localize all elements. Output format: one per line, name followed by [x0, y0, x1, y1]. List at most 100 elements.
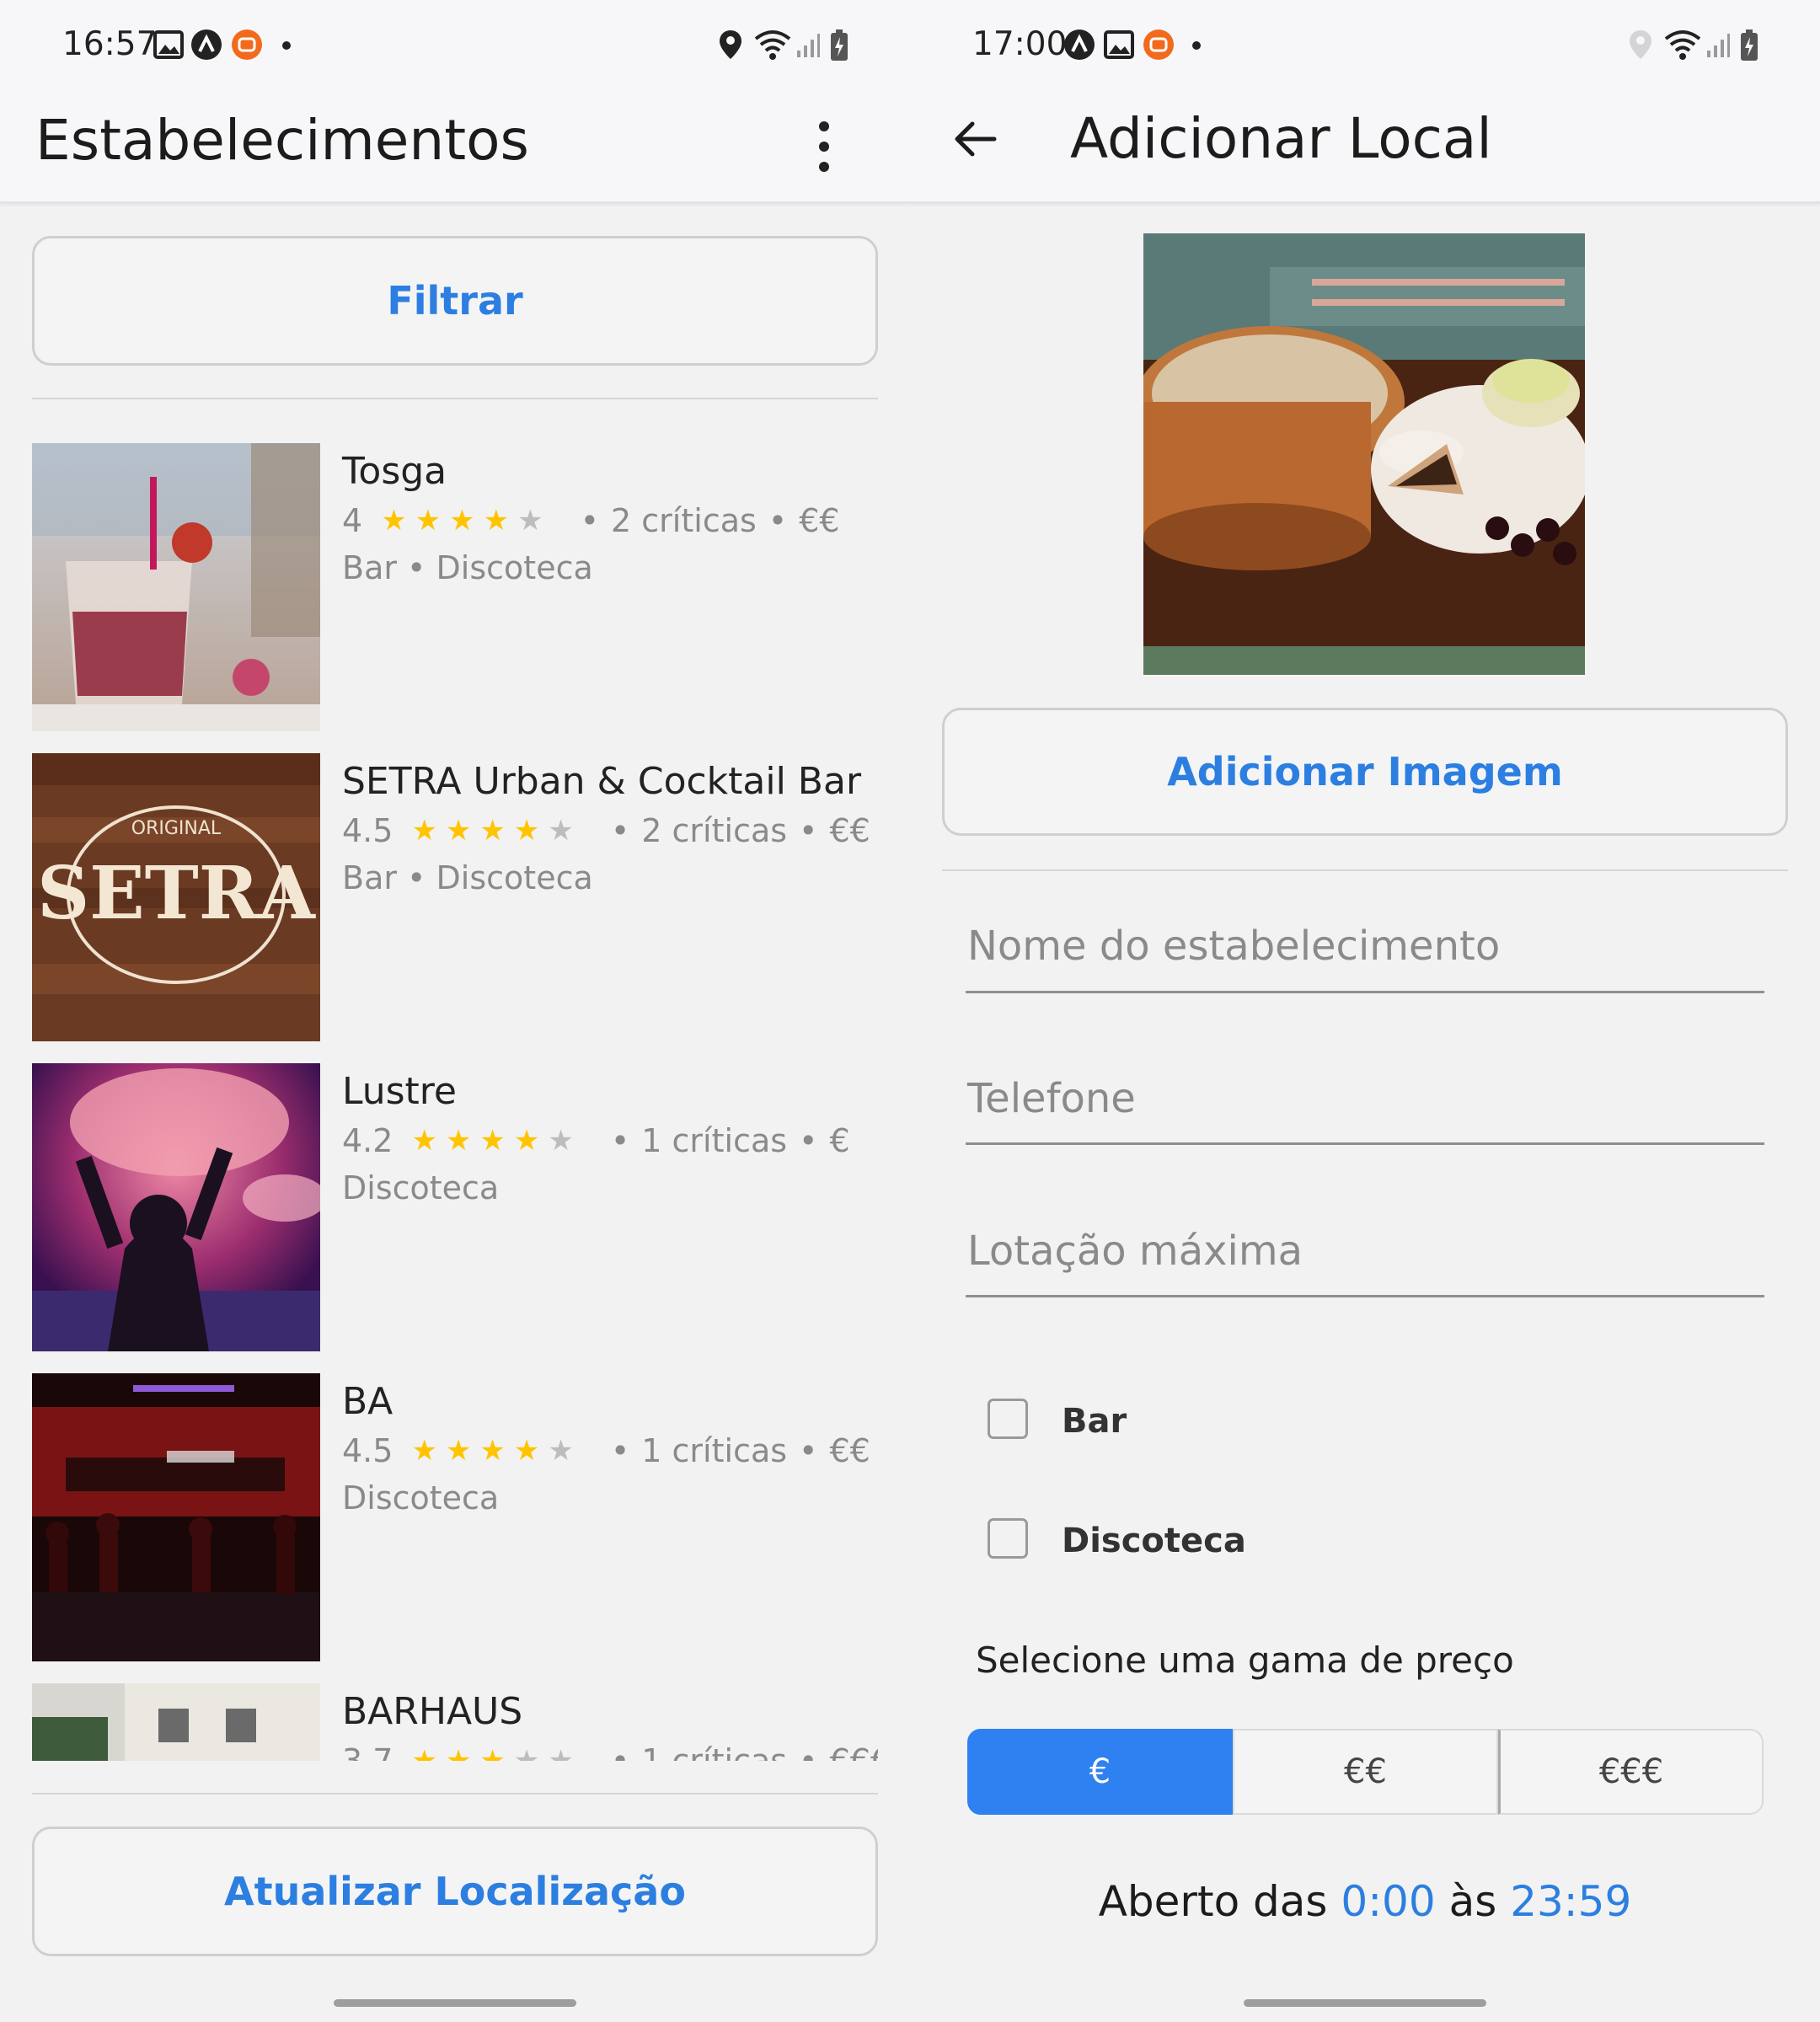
app-notification-icon [1064, 29, 1095, 60]
place-reviews: 2 críticas [641, 812, 788, 849]
wifi-icon [1664, 30, 1701, 60]
place-categories: Bar • Discoteca [342, 549, 593, 586]
list-item[interactable]: BA 4.5 ★★★★★ • 1 críticas • €€ Discoteca [32, 1351, 878, 1661]
mi-app-icon [1143, 29, 1174, 60]
places-list[interactable]: Tosga 4 ★★★★★ • 2 críticas • €€ Bar • Di… [32, 421, 878, 1761]
status-time: 17:00 [972, 25, 1068, 63]
star-icon: ★ [411, 1124, 446, 1158]
establishments-screen: 16:57 Estabelecimentos Filtrar Tosga 4 ★… [0, 0, 910, 2022]
place-meta: 4.5 ★★★★★ • 2 críticas • €€ [342, 812, 870, 849]
bar-checkbox-label[interactable]: Bar [1062, 1402, 1127, 1441]
status-time: 16:57 [62, 25, 158, 63]
opening-hours: Aberto das 0:00 às 23:59 [910, 1877, 1820, 1926]
separator-dot-icon: • [610, 1122, 630, 1159]
phone-placeholder[interactable]: Telefone [967, 1075, 1136, 1122]
star-empty-icon: ★ [548, 814, 582, 848]
star-empty-icon: ★ [513, 1744, 549, 1761]
star-icon: ★ [513, 1124, 549, 1158]
place-categories: Bar • Discoteca [342, 859, 593, 896]
home-indicator[interactable] [334, 1999, 576, 2007]
place-meta: 4 ★★★★★ • 2 críticas • €€ [342, 502, 840, 539]
separator-dot-icon: • [610, 812, 630, 849]
star-icon: ★ [513, 1434, 549, 1468]
update-location-button[interactable]: Atualizar Localização [32, 1827, 878, 1956]
list-item[interactable]: Lustre 4.2 ★★★★★ • 1 críticas • € Discot… [32, 1041, 878, 1351]
place-meta: 4.2 ★★★★★ • 1 críticas • € [342, 1122, 850, 1159]
discoteca-checkbox-label[interactable]: Discoteca [1062, 1522, 1246, 1560]
status-bar: 17:00 [910, 0, 1820, 93]
open-time[interactable]: 0:00 [1341, 1877, 1435, 1926]
star-empty-icon: ★ [548, 1434, 582, 1468]
filter-button[interactable]: Filtrar [32, 236, 878, 366]
price-option-2[interactable]: €€ [1233, 1729, 1498, 1815]
price-option-1[interactable]: € [967, 1729, 1233, 1815]
app-bar: Estabelecimentos [0, 93, 910, 204]
place-rating: 4.5 [342, 1432, 393, 1469]
star-icon: ★ [445, 1124, 480, 1158]
star-empty-icon: ★ [548, 1124, 582, 1158]
place-thumbnail [32, 443, 320, 731]
star-icon: ★ [411, 1434, 446, 1468]
place-rating: 4.5 [342, 812, 393, 849]
place-meta: 3.7 ★★★★★ • 1 críticas • €€€ [342, 1742, 878, 1761]
home-indicator[interactable] [1244, 1999, 1486, 2007]
location-icon [1630, 30, 1651, 59]
status-bar: 16:57 [0, 0, 910, 93]
signal-icon [797, 34, 820, 57]
divider [32, 1793, 878, 1795]
location-icon [720, 30, 741, 59]
star-icon: ★ [411, 814, 446, 848]
app-notification-icon [191, 29, 222, 60]
more-notifications-dot-icon [1192, 41, 1201, 50]
star-icon: ★ [445, 1744, 480, 1761]
more-vert-icon[interactable] [806, 118, 843, 175]
star-icon: ★ [449, 504, 484, 538]
place-categories: Discoteca [342, 1169, 500, 1206]
list-item[interactable]: SETRA ORIGINAL SETRA Urban & Cocktail Ba… [32, 731, 878, 1041]
price-option-3[interactable]: €€€ [1498, 1729, 1764, 1815]
svg-text:ORIGINAL: ORIGINAL [131, 818, 222, 839]
star-icon: ★ [415, 504, 450, 538]
app-bar: Adicionar Local [910, 93, 1820, 204]
star-icon: ★ [479, 1434, 514, 1468]
rating-stars: ★★★★★ [411, 1744, 581, 1761]
close-time[interactable]: 23:59 [1510, 1877, 1631, 1926]
wifi-icon [754, 30, 791, 60]
separator-dot-icon: • [799, 812, 818, 849]
name-placeholder[interactable]: Nome do estabelecimento [967, 923, 1500, 970]
separator-dot-icon: • [610, 1432, 630, 1469]
discoteca-checkbox[interactable] [988, 1518, 1028, 1559]
star-empty-icon: ★ [548, 1744, 582, 1761]
add-image-button[interactable]: Adicionar Imagem [942, 708, 1788, 836]
place-price: €€ [829, 812, 870, 849]
place-thumbnail [32, 1373, 320, 1661]
star-icon: ★ [445, 814, 480, 848]
capacity-placeholder[interactable]: Lotação máxima [967, 1228, 1303, 1275]
star-icon: ★ [479, 1124, 514, 1158]
separator-dot-icon: • [799, 1742, 818, 1761]
price-range-prompt: Selecione uma gama de preço [976, 1640, 1514, 1681]
separator-dot-icon: • [610, 1742, 630, 1761]
phone-underline [966, 1142, 1764, 1145]
separator-dot-icon: • [799, 1432, 818, 1469]
place-reviews: 1 críticas [641, 1432, 788, 1469]
hours-middle: às [1448, 1877, 1497, 1926]
arrow-back-icon[interactable] [952, 116, 998, 162]
battery-charging-icon [1741, 29, 1758, 61]
place-price: €€€ [829, 1742, 878, 1761]
star-icon: ★ [483, 504, 518, 538]
list-item[interactable]: BARHAUS 3.7 ★★★★★ • 1 críticas • €€€ [32, 1661, 878, 1761]
separator-dot-icon: • [768, 502, 788, 539]
star-icon: ★ [479, 814, 514, 848]
bar-checkbox[interactable] [988, 1399, 1028, 1439]
list-item[interactable]: Tosga 4 ★★★★★ • 2 críticas • €€ Bar • Di… [32, 421, 878, 731]
star-icon: ★ [381, 504, 415, 538]
place-categories: Discoteca [342, 1479, 500, 1516]
place-reviews: 2 críticas [611, 502, 757, 539]
place-rating: 4 [342, 502, 363, 539]
rating-stars: ★★★★★ [411, 814, 581, 848]
star-icon: ★ [513, 814, 549, 848]
place-name: Tosga [342, 450, 447, 493]
star-empty-icon: ★ [517, 504, 552, 538]
signal-icon [1707, 34, 1730, 57]
